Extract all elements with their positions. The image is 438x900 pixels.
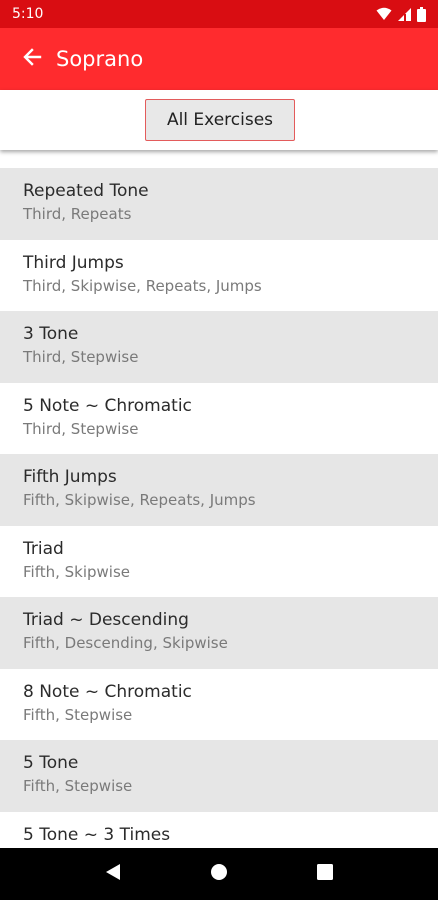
exercise-title: 8 Note ~ Chromatic — [23, 681, 192, 702]
filter-area: All Exercises — [0, 90, 438, 150]
exercise-title: 5 Tone ~ 3 Times — [23, 824, 171, 845]
app-bar: Soprano — [0, 28, 438, 90]
nav-back-button[interactable] — [93, 854, 133, 894]
status-icons — [376, 6, 426, 22]
arrow-left-icon — [22, 47, 42, 71]
exercise-title: Fifth Jumps — [23, 467, 117, 487]
square-recents-icon — [317, 864, 333, 884]
exercise-tags: Third, Stepwise — [23, 419, 139, 438]
all-exercises-button[interactable]: All Exercises — [145, 99, 295, 141]
circle-home-icon — [211, 864, 227, 884]
list-item[interactable]: Triad Fifth, Skipwise — [0, 526, 438, 598]
list-item[interactable]: 5 Tone ~ 3 Times — [0, 812, 438, 849]
exercise-title: Third Jumps — [23, 252, 124, 273]
status-time: 5:10 — [12, 6, 44, 22]
battery-icon — [417, 6, 426, 22]
exercise-title: Triad — [23, 538, 64, 559]
exercise-title: 3 Tone — [23, 324, 79, 344]
list-item[interactable]: Repeated Tone Third, Repeats — [0, 168, 438, 240]
list-item[interactable]: Third Jumps Third, Skipwise, Repeats, Jum… — [0, 240, 438, 312]
signal-icon — [398, 7, 411, 21]
list-item[interactable]: Triad ~ Descending Fifth, Descending, Ski… — [0, 597, 438, 669]
list-item[interactable]: 5 Tone Fifth, Stepwise — [0, 740, 438, 812]
list-item[interactable]: 8 Note ~ Chromatic Fifth, Stepwise — [0, 669, 438, 741]
nav-recents-button[interactable] — [305, 854, 345, 894]
exercise-tags: Fifth, Descending, Skipwise — [23, 634, 228, 652]
list-item[interactable]: Fifth Jumps Fifth, Skipwise, Repeats, Jum… — [0, 454, 438, 526]
exercise-title: Triad ~ Descending — [23, 610, 189, 630]
exercise-title: Repeated Tone — [23, 181, 149, 201]
back-button[interactable] — [20, 47, 44, 71]
exercise-tags: Fifth, Stepwise — [23, 777, 133, 795]
page-title: Soprano — [56, 47, 144, 71]
exercise-list[interactable]: Repeated Tone Third, Repeats Third Jumps Th… — [0, 168, 438, 848]
exercise-tags: Third, Repeats — [23, 205, 132, 223]
exercise-tags: Third, Skipwise, Repeats, Jumps — [23, 276, 262, 295]
wifi-icon — [376, 7, 392, 21]
exercise-tags: Fifth, Skipwise — [23, 562, 131, 581]
nav-home-button[interactable] — [199, 854, 239, 894]
exercise-tags: Fifth, Stepwise — [23, 705, 133, 724]
exercise-tags: Fifth, Skipwise, Repeats, Jumps — [23, 491, 256, 509]
triangle-back-icon — [105, 863, 121, 885]
navigation-bar — [0, 848, 438, 900]
exercise-title: 5 Note ~ Chromatic — [23, 395, 192, 416]
exercise-title: 5 Tone — [23, 753, 79, 773]
list-item[interactable]: 3 Tone Third, Stepwise — [0, 311, 438, 383]
list-item[interactable]: 5 Note ~ Chromatic Third, Stepwise — [0, 383, 438, 455]
exercise-tags: Third, Stepwise — [23, 348, 139, 366]
status-bar: 5:10 — [0, 0, 438, 28]
